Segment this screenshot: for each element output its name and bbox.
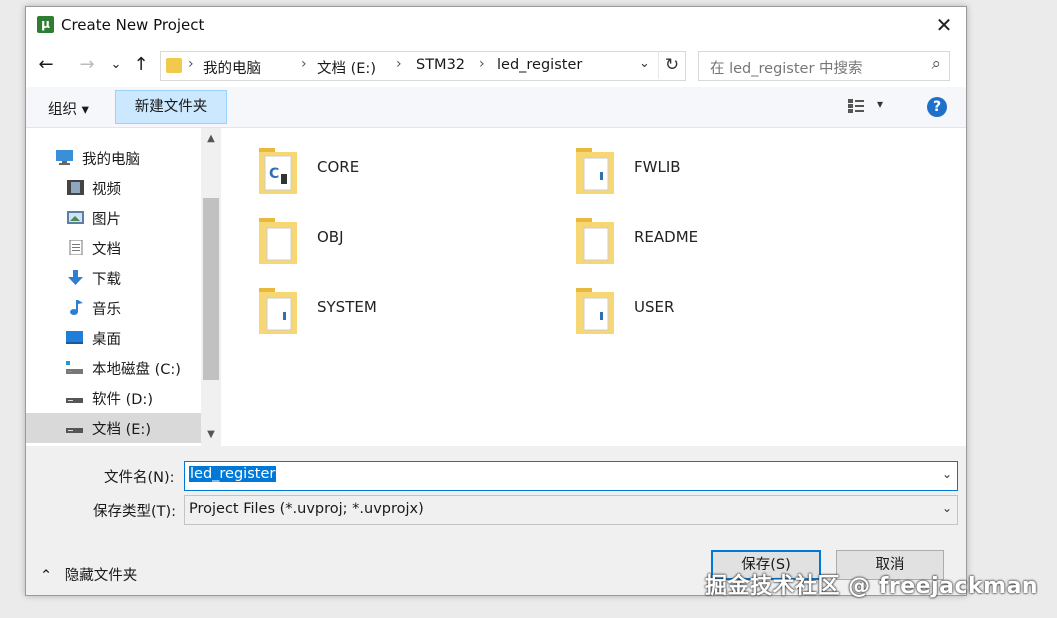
drive-c-icon <box>66 361 83 374</box>
breadcrumb-stm32[interactable]: STM32 <box>416 57 465 73</box>
forward-arrow-icon[interactable]: → <box>76 53 98 77</box>
breadcrumb-drive-e[interactable]: 文档 (E:) <box>317 57 376 78</box>
drive-icon <box>66 428 83 433</box>
breadcrumb-separator: › <box>396 56 402 72</box>
sidebar-item-label: 文档 (E:) <box>92 422 151 438</box>
folder-name: OBJ <box>317 228 344 246</box>
pictures-icon <box>67 211 84 224</box>
chevron-down-icon[interactable]: ⌄ <box>639 56 650 71</box>
back-arrow-icon[interactable]: ← <box>35 53 57 77</box>
chevron-up-icon: ⌃ <box>40 568 53 584</box>
sidebar-item-music[interactable]: 音乐 <box>26 293 201 323</box>
command-toolbar: 组织 ▾ 新建文件夹 ▾ ? <box>26 87 966 128</box>
filename-value: led_register <box>189 466 277 482</box>
svg-text:C: C <box>269 166 279 182</box>
folder-icon <box>259 288 297 334</box>
hide-folders-toggle[interactable]: ⌃ 隐藏文件夹 <box>40 564 137 585</box>
folder-name: FWLIB <box>634 158 681 176</box>
folder-icon <box>259 218 297 264</box>
close-button[interactable]: ✕ <box>922 7 966 43</box>
hide-folders-label: 隐藏文件夹 <box>64 568 138 584</box>
breadcrumb-separator: › <box>479 56 485 72</box>
sidebar-item-pictures[interactable]: 图片 <box>26 203 201 233</box>
computer-icon <box>56 150 73 165</box>
sidebar-item-documents[interactable]: 文档 <box>26 233 201 263</box>
download-icon <box>68 270 83 285</box>
navigation-pane: 我的电脑 视频 图片 文档 下载 音乐 桌面 本地磁盘 (C:) 软件 (D:)… <box>26 128 221 446</box>
sidebar-item-label: 桌面 <box>92 332 121 348</box>
filename-input[interactable]: led_register ⌄ <box>184 461 958 491</box>
sidebar-item-drive-e[interactable]: 文档 (E:) <box>26 413 201 443</box>
dialog-title: Create New Project <box>61 16 205 34</box>
file-list: C CORE FWLIB OBJ README SYSTEM USER <box>221 128 966 446</box>
create-project-dialog: µ Create New Project ✕ ← → ⌄ ↑ › 我的电脑 › … <box>25 6 967 596</box>
filetype-value: Project Files (*.uvproj; *.uvprojx) <box>189 501 424 517</box>
folder-item-fwlib[interactable]: FWLIB <box>576 146 876 206</box>
sidebar-item-label: 音乐 <box>92 302 121 318</box>
folder-item-core[interactable]: C CORE <box>259 146 559 206</box>
breadcrumb-led-register[interactable]: led_register <box>497 57 582 73</box>
folder-item-readme[interactable]: README <box>576 216 876 276</box>
search-icon[interactable]: ⌕ <box>931 54 941 74</box>
navigation-bar: ← → ⌄ ↑ › 我的电脑 › 文档 (E:) › STM32 › led_r… <box>26 43 966 87</box>
sidebar-item-label: 图片 <box>92 212 121 228</box>
folder-icon <box>576 288 614 334</box>
filename-label: 文件名(N): <box>104 470 175 486</box>
desktop-icon <box>66 331 83 344</box>
organize-menu[interactable]: 组织 ▾ <box>48 98 89 119</box>
documents-icon <box>69 240 83 255</box>
folder-name: README <box>634 228 699 246</box>
sidebar-item-videos[interactable]: 视频 <box>26 173 201 203</box>
sidebar-item-downloads[interactable]: 下载 <box>26 263 201 293</box>
sidebar-item-desktop[interactable]: 桌面 <box>26 323 201 353</box>
search-box[interactable]: 在 led_register 中搜索 ⌕ <box>698 51 950 81</box>
recent-locations-icon[interactable]: ⌄ <box>105 53 127 77</box>
folder-icon: C <box>259 148 297 194</box>
breadcrumb-separator: › <box>301 56 307 72</box>
new-folder-button[interactable]: 新建文件夹 <box>115 90 227 124</box>
sidebar-item-my-computer[interactable]: 我的电脑 <box>26 143 201 173</box>
sidebar-item-label: 软件 (D:) <box>92 392 153 408</box>
chevron-down-icon[interactable]: ⌄ <box>942 501 952 515</box>
video-icon <box>67 180 84 195</box>
sidebar-item-label: 下载 <box>92 272 121 288</box>
sidebar-item-label: 我的电脑 <box>82 152 140 168</box>
scrollbar-thumb[interactable] <box>203 198 219 380</box>
folder-name: SYSTEM <box>317 298 377 316</box>
scroll-down-icon[interactable]: ▼ <box>201 426 221 444</box>
filetype-label: 保存类型(T): <box>93 504 177 520</box>
watermark: 掘金技术社区 @ freejackman <box>705 574 1039 599</box>
folder-item-obj[interactable]: OBJ <box>259 216 559 276</box>
folder-icon <box>576 218 614 264</box>
breadcrumb-my-computer[interactable]: 我的电脑 <box>203 57 261 78</box>
help-icon[interactable]: ? <box>927 97 947 117</box>
sidebar-item-drive-c[interactable]: 本地磁盘 (C:) <box>26 353 201 383</box>
folder-name: CORE <box>317 158 360 176</box>
folder-icon <box>576 148 614 194</box>
folder-icon <box>166 58 182 73</box>
address-bar[interactable]: › 我的电脑 › 文档 (E:) › STM32 › led_register … <box>160 51 686 81</box>
uvision-app-icon: µ <box>37 16 54 33</box>
folder-item-system[interactable]: SYSTEM <box>259 286 559 346</box>
refresh-icon[interactable]: ↻ <box>658 51 685 79</box>
folder-name: USER <box>634 298 675 316</box>
title-bar: µ Create New Project ✕ <box>26 7 966 43</box>
drive-icon <box>66 398 83 403</box>
music-icon <box>70 300 83 315</box>
chevron-down-icon[interactable]: ⌄ <box>942 467 952 481</box>
sidebar-item-label: 文档 <box>92 242 121 258</box>
up-arrow-icon[interactable]: ↑ <box>130 53 152 77</box>
breadcrumb-separator: › <box>188 56 194 72</box>
folder-item-user[interactable]: USER <box>576 286 876 346</box>
sidebar-item-label: 本地磁盘 (C:) <box>92 362 181 378</box>
view-options-icon[interactable] <box>848 98 864 114</box>
search-placeholder: 在 led_register 中搜索 <box>710 61 863 77</box>
sidebar-scrollbar[interactable]: ▲ ▼ <box>201 128 221 446</box>
sidebar-item-drive-d[interactable]: 软件 (D:) <box>26 383 201 413</box>
view-dropdown-icon[interactable]: ▾ <box>877 97 883 111</box>
scroll-up-icon[interactable]: ▲ <box>201 130 221 148</box>
sidebar-item-label: 视频 <box>92 182 121 198</box>
filetype-select[interactable]: Project Files (*.uvproj; *.uvprojx) ⌄ <box>184 495 958 525</box>
